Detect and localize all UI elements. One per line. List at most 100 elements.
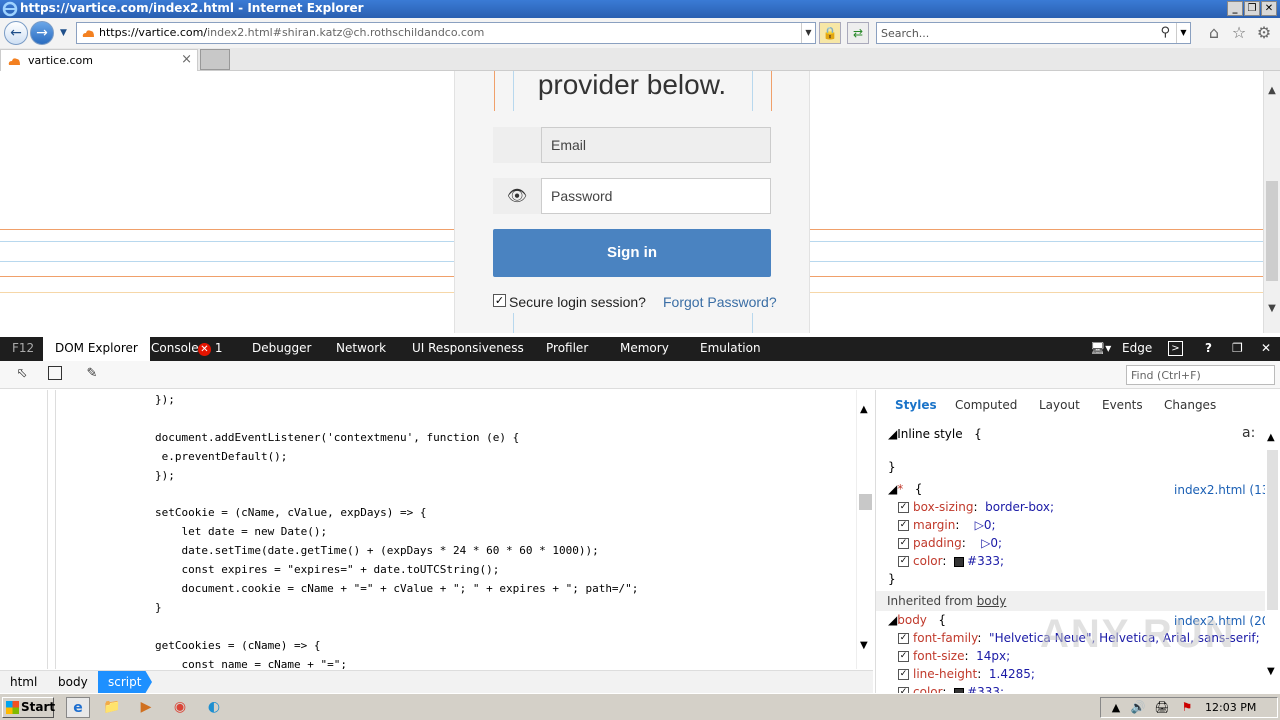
- styles-scrollbar[interactable]: ▲ ▼: [1265, 430, 1280, 680]
- scroll-down-icon[interactable]: ▼: [860, 640, 868, 651]
- tab-emulation[interactable]: Emulation: [700, 341, 761, 355]
- tab-layout[interactable]: Layout: [1039, 398, 1080, 412]
- property-checkbox[interactable]: ✓: [898, 556, 909, 567]
- folder-icon[interactable]: 📁: [100, 697, 124, 718]
- scroll-down-icon[interactable]: ▼: [1264, 303, 1280, 314]
- tab-close-icon[interactable]: ×: [181, 52, 192, 67]
- restore-button[interactable]: ❐: [1244, 1, 1260, 16]
- scroll-thumb[interactable]: [1266, 181, 1278, 281]
- search-icon[interactable]: ⚲: [1160, 25, 1170, 40]
- tab-debugger[interactable]: Debugger: [252, 341, 311, 355]
- lock-button[interactable]: 🔒: [819, 22, 841, 44]
- star-rule-source-link[interactable]: index2.html (13): [1174, 483, 1274, 497]
- style-property[interactable]: ✓ color: #333;: [898, 685, 1004, 693]
- search-dropdown-icon[interactable]: ▼: [1176, 23, 1190, 43]
- console-toggle-icon[interactable]: >: [1168, 341, 1183, 356]
- property-checkbox[interactable]: ✓: [898, 633, 909, 644]
- tray-expand-icon[interactable]: ▲: [1104, 697, 1128, 718]
- property-checkbox[interactable]: ✓: [898, 520, 909, 531]
- expand-icon[interactable]: ▷: [975, 518, 984, 532]
- style-property[interactable]: ✓ line-height: 1.4285;: [898, 667, 1035, 681]
- sign-in-button[interactable]: Sign in: [493, 229, 771, 277]
- code-line[interactable]: });: [102, 393, 175, 406]
- back-button[interactable]: ←: [4, 21, 28, 45]
- minimize-button[interactable]: _: [1227, 1, 1243, 16]
- style-property[interactable]: ✓ color: #333;: [898, 554, 1004, 568]
- refresh-button[interactable]: ⇄: [847, 22, 869, 44]
- tab-changes[interactable]: Changes: [1164, 398, 1216, 412]
- eye-icon[interactable]: 👁: [493, 178, 541, 214]
- home-icon[interactable]: ⌂: [1205, 24, 1223, 42]
- tab-computed[interactable]: Computed: [955, 398, 1017, 412]
- breadcrumb-body[interactable]: body: [58, 675, 88, 689]
- document-mode-label[interactable]: Edge: [1122, 341, 1152, 355]
- media-player-icon[interactable]: ▶: [134, 697, 158, 718]
- forward-button[interactable]: →: [30, 21, 54, 45]
- scroll-thumb[interactable]: [859, 494, 872, 510]
- code-line[interactable]: document.addEventListener('contextmenu',…: [102, 431, 519, 444]
- tab-events[interactable]: Events: [1102, 398, 1143, 412]
- new-tab-button[interactable]: [200, 49, 230, 70]
- tab-vartice[interactable]: vartice.com ×: [0, 49, 198, 71]
- code-line[interactable]: e.preventDefault();: [102, 450, 288, 463]
- star-rule-selector[interactable]: ◢* {: [888, 482, 922, 496]
- code-line[interactable]: document.cookie = cName + "=" + cValue +…: [102, 582, 638, 595]
- select-element-icon[interactable]: ⬁: [14, 366, 30, 382]
- start-button[interactable]: Start: [2, 697, 55, 718]
- history-dropdown-icon[interactable]: ▼: [60, 28, 67, 38]
- code-line[interactable]: setCookie = (cName, cValue, expDays) => …: [102, 506, 427, 519]
- style-property[interactable]: ✓ box-sizing: border-box;: [898, 500, 1054, 514]
- tab-console[interactable]: Console: [151, 341, 199, 355]
- code-line[interactable]: date.setTime(date.getTime() + (expDays *…: [102, 544, 598, 557]
- code-scrollbar[interactable]: ▲ ▼: [856, 390, 873, 669]
- body-rule-selector[interactable]: ◢body {: [888, 613, 946, 627]
- code-line[interactable]: }: [102, 601, 162, 614]
- breadcrumb-html[interactable]: html: [10, 675, 37, 689]
- style-property[interactable]: ✓ padding: ▷0;: [898, 536, 1002, 550]
- font-size-toggle-icon[interactable]: a:: [1242, 425, 1255, 441]
- email-field[interactable]: Email: [541, 127, 771, 163]
- help-icon[interactable]: ?: [1205, 341, 1212, 355]
- search-input[interactable]: Search... ⚲ ▼: [876, 22, 1191, 44]
- network-icon[interactable]: 🖨: [1150, 697, 1174, 718]
- style-property[interactable]: ✓ font-size: 14px;: [898, 649, 1010, 663]
- code-line[interactable]: const name = cName + "=";: [102, 658, 347, 669]
- property-checkbox[interactable]: ✓: [898, 651, 909, 662]
- breadcrumb-script[interactable]: script: [98, 671, 152, 693]
- code-line[interactable]: let date = new Date();: [102, 525, 327, 538]
- security-alert-icon[interactable]: ⚑: [1175, 697, 1199, 718]
- property-checkbox[interactable]: ✓: [898, 669, 909, 680]
- edge-icon[interactable]: ◐: [202, 697, 226, 718]
- tab-ui-responsiveness[interactable]: UI Responsiveness: [412, 341, 524, 355]
- favorites-star-icon[interactable]: ☆: [1230, 24, 1248, 42]
- device-icon[interactable]: 🖥▾: [1090, 341, 1111, 355]
- color-swatch[interactable]: [954, 556, 965, 567]
- internet-explorer-taskbar-icon[interactable]: e: [66, 697, 90, 718]
- chrome-icon[interactable]: ◉: [168, 697, 192, 718]
- tab-profiler[interactable]: Profiler: [546, 341, 588, 355]
- tab-f12[interactable]: F12: [12, 341, 34, 355]
- inherited-from-link[interactable]: body: [977, 594, 1007, 608]
- find-input[interactable]: Find (Ctrl+F): [1126, 365, 1275, 385]
- address-bar[interactable]: https://vartice.com/index2.html#shiran.k…: [76, 22, 816, 44]
- inline-style-rule[interactable]: ◢Inline style {: [888, 427, 982, 441]
- code-line[interactable]: getCookies = (cName) => {: [102, 639, 321, 652]
- expand-icon[interactable]: ▷: [981, 536, 990, 550]
- page-scrollbar[interactable]: ▲ ▼: [1263, 71, 1280, 333]
- gear-icon[interactable]: ⚙: [1255, 24, 1273, 42]
- close-devtools-icon[interactable]: ✕: [1261, 341, 1271, 355]
- code-line[interactable]: const expires = "expires=" + date.toUTCS…: [102, 563, 499, 576]
- tab-styles[interactable]: Styles: [895, 398, 937, 412]
- undock-icon[interactable]: ❐: [1232, 341, 1243, 355]
- address-dropdown-icon[interactable]: ▼: [801, 23, 815, 43]
- forgot-password-link[interactable]: Forgot Password?: [663, 294, 777, 310]
- scroll-down-icon[interactable]: ▼: [1267, 666, 1275, 677]
- style-property[interactable]: ✓ margin: ▷0;: [898, 518, 996, 532]
- highlight-element-icon[interactable]: [48, 366, 62, 380]
- tab-memory[interactable]: Memory: [620, 341, 669, 355]
- secure-session-checkbox[interactable]: ✓: [493, 294, 506, 307]
- code-line[interactable]: });: [102, 469, 175, 482]
- scroll-up-icon[interactable]: ▲: [1264, 85, 1280, 96]
- scroll-up-icon[interactable]: ▲: [1267, 432, 1275, 443]
- close-window-button[interactable]: ✕: [1261, 1, 1277, 16]
